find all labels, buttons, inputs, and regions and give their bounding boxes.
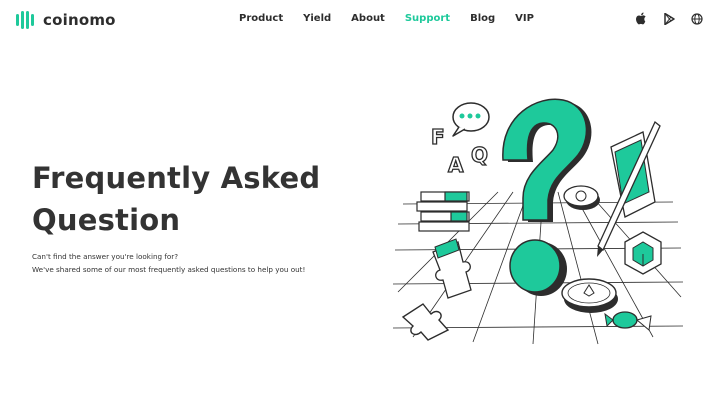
candy-icon (604, 311, 652, 331)
nav-item-support[interactable]: Support (405, 13, 450, 24)
brand-name: coinomo (43, 11, 116, 29)
header-icons (635, 12, 703, 25)
nav-item-product[interactable]: Product (239, 13, 283, 24)
puzzle-piece-icon (401, 303, 450, 341)
page-subtitle: Can't find the answer you're looking for… (32, 251, 352, 276)
google-play-icon[interactable] (663, 12, 675, 25)
letter-a: A (448, 153, 464, 177)
coin-icon (563, 185, 600, 210)
globe-icon[interactable] (691, 12, 703, 25)
apple-icon[interactable] (635, 12, 647, 25)
page-title-line1: Frequently Asked (32, 161, 321, 195)
ethereum-coin-icon (561, 278, 618, 313)
cube-icon (624, 231, 662, 275)
book-stack-icon (416, 191, 470, 232)
page-title: Frequently Asked Question (32, 157, 332, 241)
main-nav: Product Yield About Support Blog VIP (239, 13, 534, 24)
page-title-line2: Question (32, 203, 181, 237)
speech-bubble-icon (452, 102, 490, 137)
puzzle-piece-icon (432, 238, 472, 299)
coinomo-logo-icon (16, 11, 34, 29)
brand-logo[interactable]: coinomo (15, 9, 116, 31)
nav-item-about[interactable]: About (351, 13, 385, 24)
page-subtitle-line2: We've shared some of our most frequently… (32, 264, 306, 274)
site-header: coinomo Product Yield About Support Blog… (0, 0, 720, 40)
faq-illustration: F A Q (393, 98, 683, 345)
letter-f: F (431, 125, 445, 149)
nav-item-yield[interactable]: Yield (303, 13, 331, 24)
letter-q: Q (471, 143, 488, 167)
nav-item-blog[interactable]: Blog (470, 13, 495, 24)
nav-item-vip[interactable]: VIP (515, 13, 534, 24)
page-subtitle-line1: Can't find the answer you're looking for… (32, 252, 179, 261)
